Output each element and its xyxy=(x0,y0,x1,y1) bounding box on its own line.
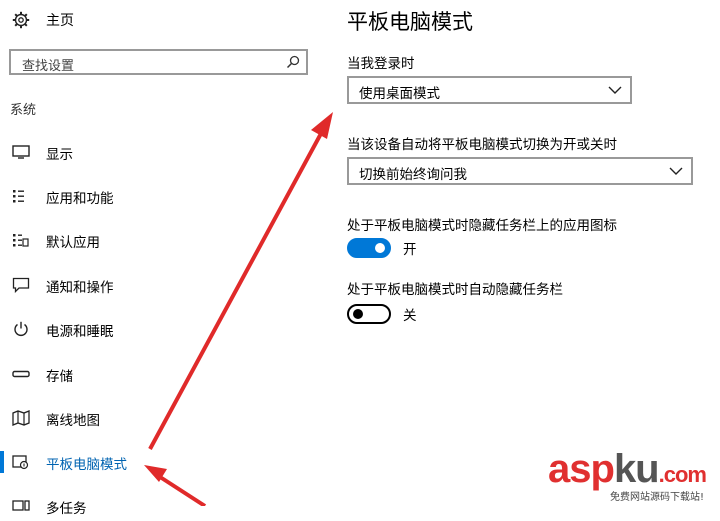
apps-list-icon xyxy=(13,190,24,203)
sidebar-item-display[interactable]: 显示 xyxy=(0,137,326,167)
sidebar-item-multitasking[interactable]: 多任务 xyxy=(0,491,326,521)
auto-switch-label: 当该设备自动将平板电脑模式切换为开或关时 xyxy=(347,137,617,153)
autohide-toggle[interactable] xyxy=(347,304,391,324)
sidebar-item-tablet-mode[interactable]: 平板电脑模式 xyxy=(0,447,326,477)
sidebar-item-label: 电源和睡眠 xyxy=(46,324,114,340)
search-input[interactable]: 查找设置 xyxy=(22,55,74,74)
sidebar-item-label: 离线地图 xyxy=(46,413,100,429)
auto-switch-dropdown[interactable]: 切换前始终询问我 xyxy=(347,157,693,185)
autohide-label: 处于平板电脑模式时自动隐藏任务栏 xyxy=(347,282,563,298)
signin-label: 当我登录时 xyxy=(347,56,415,72)
map-icon xyxy=(12,410,30,426)
home-label: 主页 xyxy=(46,13,74,29)
hide-icons-row: 开 xyxy=(347,238,417,258)
signin-value: 使用桌面模式 xyxy=(359,86,440,102)
sidebar-item-label: 存储 xyxy=(46,369,73,385)
power-icon xyxy=(14,321,28,336)
settings-content: 平板电脑模式 当我登录时 使用桌面模式 当该设备自动将平板电脑模式切换为开或关时… xyxy=(326,0,720,506)
signin-dropdown[interactable]: 使用桌面模式 xyxy=(347,76,632,104)
hide-icons-label: 处于平板电脑模式时隐藏任务栏上的应用图标 xyxy=(347,218,617,234)
home-link[interactable]: 主页 xyxy=(12,9,74,31)
default-apps-icon xyxy=(13,234,29,247)
sidebar-item-label: 显示 xyxy=(46,147,73,163)
sidebar-item-label: 平板电脑模式 xyxy=(46,457,127,473)
sidebar-item-apps[interactable]: 应用和功能 xyxy=(0,181,326,211)
hide-icons-state: 开 xyxy=(403,242,417,258)
watermark-tagline: 免费网站源码下载站! xyxy=(610,492,705,503)
multitask-icon xyxy=(12,500,30,511)
sidebar-item-default-apps[interactable]: 默认应用 xyxy=(0,225,326,255)
search-icon[interactable] xyxy=(286,55,300,69)
sidebar-item-notifications[interactable]: 通知和操作 xyxy=(0,270,326,300)
watermark: aspku.com 免费网站源码下载站! xyxy=(548,447,720,506)
settings-sidebar: 主页 查找设置 系统 显示 应用和功能 默认应用 通知和操作 电源和睡眠 存储 … xyxy=(0,0,326,517)
autohide-row: 关 xyxy=(347,304,417,324)
storage-icon xyxy=(12,370,30,378)
selection-indicator xyxy=(0,451,4,473)
page-title: 平板电脑模式 xyxy=(347,10,473,34)
toggle-knob xyxy=(375,243,385,253)
chevron-down-icon xyxy=(608,86,622,94)
autohide-state: 关 xyxy=(403,308,417,324)
sidebar-item-storage[interactable]: 存储 xyxy=(0,359,326,389)
hide-icons-toggle[interactable] xyxy=(347,238,391,258)
chevron-down-icon xyxy=(669,167,683,175)
toggle-knob xyxy=(353,309,363,319)
sidebar-item-label: 多任务 xyxy=(46,501,87,517)
tablet-mode-icon xyxy=(12,455,29,470)
auto-switch-value: 切换前始终询问我 xyxy=(359,167,467,183)
sidebar-item-power[interactable]: 电源和睡眠 xyxy=(0,314,326,344)
sidebar-item-label: 默认应用 xyxy=(46,235,100,251)
gear-icon xyxy=(12,11,30,29)
search-box[interactable]: 查找设置 xyxy=(9,49,308,75)
sidebar-item-label: 通知和操作 xyxy=(46,280,114,296)
watermark-logo: aspku.com xyxy=(548,447,707,491)
sidebar-item-offline-maps[interactable]: 离线地图 xyxy=(0,403,326,433)
section-title: 系统 xyxy=(10,103,37,118)
sidebar-item-label: 应用和功能 xyxy=(46,191,114,207)
notification-icon xyxy=(12,277,30,293)
monitor-icon xyxy=(12,145,30,159)
